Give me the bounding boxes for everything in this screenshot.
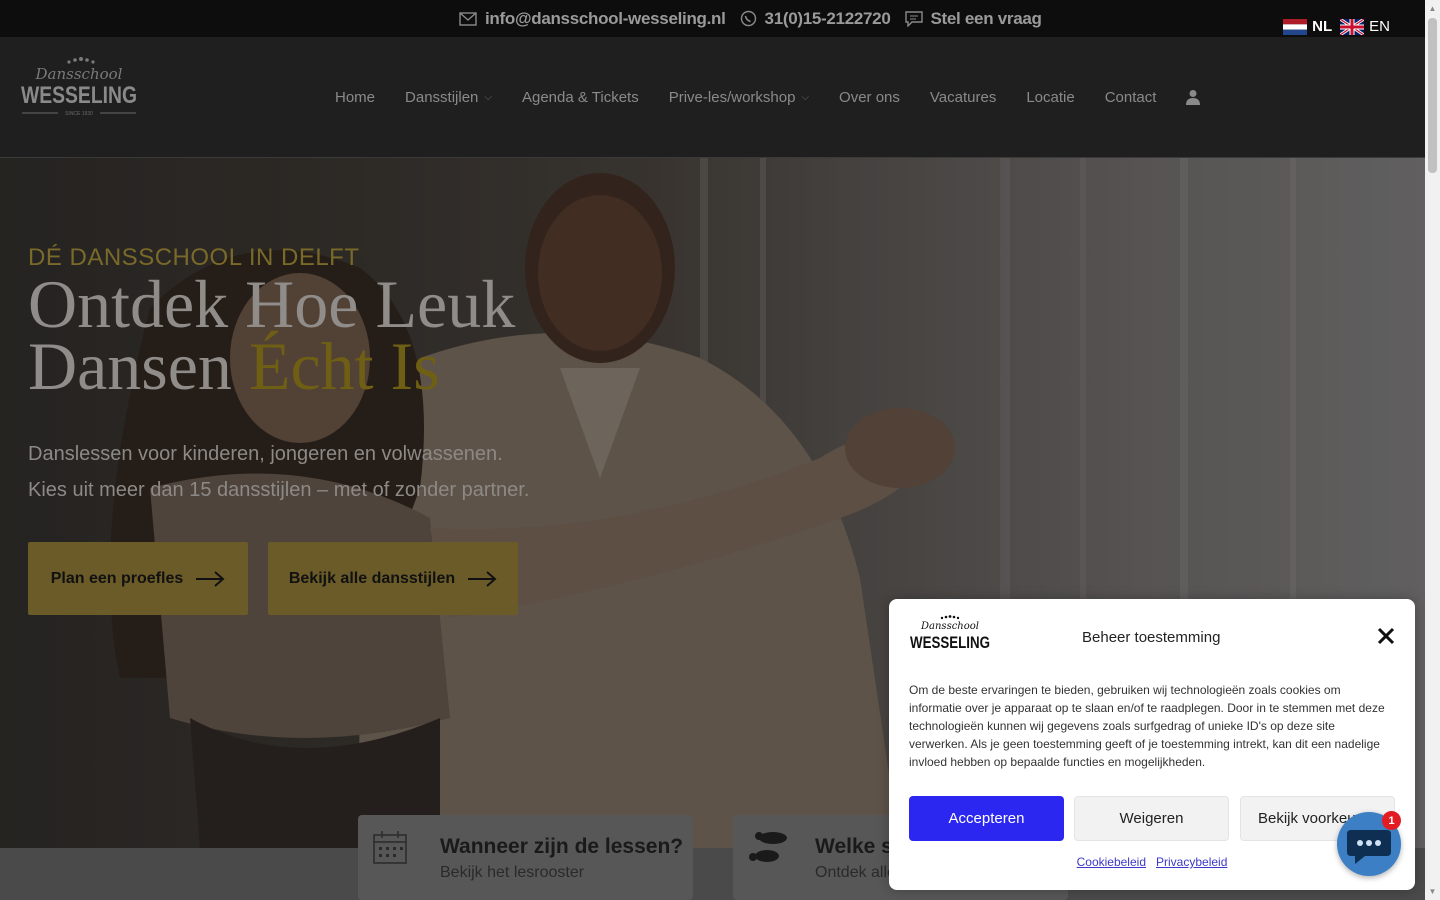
- email-text: info@dansschool-wesseling.nl: [485, 8, 726, 28]
- logo-name: WESSELING: [21, 82, 137, 109]
- schedule-card[interactable]: Wanneer zijn de lessen? Bekijk het lesro…: [358, 815, 693, 900]
- user-icon: [1186, 90, 1201, 105]
- top-bar: info@dansschool-wesseling.nl 31(0)15-212…: [0, 0, 1425, 37]
- main-header: Dansschool WESSELING SINCE 1930 Home Dan…: [0, 37, 1425, 158]
- cookie-logo: Dansschool WESSELING: [910, 615, 990, 652]
- scroll-down-icon[interactable]: ▼: [1428, 887, 1437, 896]
- site-logo[interactable]: Dansschool WESSELING SINCE 1930: [20, 57, 138, 121]
- nav-contact-label: Contact: [1104, 88, 1157, 106]
- nav-vacatures-label: Vacatures: [929, 88, 997, 106]
- plan-trial-button[interactable]: Plan een proefles: [28, 542, 248, 615]
- view-styles-label: Bekijk alle dansstijlen: [288, 569, 456, 587]
- deny-button[interactable]: Weigeren: [1074, 796, 1229, 841]
- mail-icon: [459, 11, 477, 26]
- chevron-down-icon: ⌵: [484, 91, 492, 103]
- question-link[interactable]: Stel een vraag: [904, 8, 1042, 29]
- styles-card-title: Welke st: [815, 835, 900, 858]
- view-styles-button[interactable]: Bekijk alle dansstijlen: [268, 542, 518, 615]
- close-icon[interactable]: [1377, 627, 1395, 645]
- hero-title: Ontdek Hoe Leuk Dansen Écht Is: [28, 266, 516, 400]
- lang-nl[interactable]: NL: [1283, 18, 1332, 35]
- chevron-down-icon: ⌵: [801, 91, 810, 103]
- lang-en[interactable]: EN: [1340, 18, 1390, 35]
- nav-vacatures[interactable]: Vacatures: [915, 89, 1011, 106]
- nav-agenda[interactable]: Agenda & Tickets: [507, 89, 654, 106]
- hero-title-line1: Ontdek Hoe Leuk: [28, 266, 516, 342]
- nav-dansstijlen-label: Dansstijlen: [405, 88, 479, 106]
- hero-subtitle-line2: Kies uit meer dan 15 dansstijlen – met o…: [28, 479, 530, 501]
- styles-card-subtitle: Ontdek alle: [815, 864, 896, 881]
- email-link[interactable]: info@dansschool-wesseling.nl: [459, 9, 726, 29]
- hero-title-line2-start: Dansen: [28, 328, 249, 404]
- nav-locatie[interactable]: Locatie: [1011, 89, 1089, 106]
- dutch-flag-icon: [1283, 18, 1308, 35]
- hero-title-line2: Dansen Écht Is: [28, 332, 515, 400]
- schedule-card-title: Wanneer zijn de lessen?: [440, 835, 684, 858]
- nav-prive-label: Prive-les/workshop: [668, 88, 796, 106]
- schedule-card-subtitle: Bekijk het lesrooster: [440, 864, 585, 881]
- arrow-right-icon: [468, 570, 497, 587]
- phone-text: 31(0)15-2122720: [764, 8, 891, 28]
- hero-subtitle-line1: Danslessen voor kinderen, jongeren en vo…: [28, 443, 503, 465]
- cookie-logo-script: Dansschool: [920, 621, 979, 632]
- uk-flag-icon: [1340, 18, 1365, 35]
- language-switcher: NL EN: [1283, 18, 1390, 35]
- scrollbar-thumb[interactable]: [1428, 18, 1437, 173]
- accept-button[interactable]: Accepteren: [909, 796, 1064, 841]
- logo-since: SINCE 1930: [65, 111, 93, 117]
- nav-agenda-label: Agenda & Tickets: [521, 88, 639, 106]
- hero-subtitle: Danslessen voor kinderen, jongeren en vo…: [28, 436, 529, 508]
- hero-title-highlight: Écht Is: [248, 328, 440, 404]
- nav-over-ons-label: Over ons: [839, 88, 900, 106]
- cookie-policy-link[interactable]: Cookiebeleid: [1077, 855, 1146, 869]
- chat-unread-badge: 1: [1382, 811, 1401, 830]
- calendar-icon: [373, 831, 407, 864]
- scroll-up-icon[interactable]: ▲: [1428, 4, 1437, 13]
- lang-nl-label: NL: [1312, 18, 1333, 35]
- chat-icon: [904, 10, 923, 27]
- nav-contact[interactable]: Contact: [1090, 89, 1172, 106]
- nav-home-label: Home: [335, 88, 376, 106]
- nav-locatie-label: Locatie: [1026, 88, 1075, 106]
- page-scrollbar[interactable]: ▲ ▼: [1425, 0, 1440, 900]
- privacy-policy-link[interactable]: Privacybeleid: [1156, 855, 1227, 869]
- whatsapp-link[interactable]: 31(0)15-2122720: [740, 9, 891, 29]
- cookie-title: Beheer toestemming: [1082, 629, 1221, 646]
- question-text: Stel een vraag: [930, 8, 1042, 28]
- nav-dansstijlen[interactable]: Dansstijlen ⌵: [390, 89, 507, 106]
- nav-home[interactable]: Home: [320, 89, 390, 106]
- plan-trial-label: Plan een proefles: [50, 569, 184, 587]
- whatsapp-icon: [740, 10, 756, 27]
- nav-prive[interactable]: Prive-les/workshop ⌵: [654, 89, 824, 106]
- lang-en-label: EN: [1369, 18, 1390, 35]
- nav-account[interactable]: [1171, 89, 1215, 105]
- nav-over-ons[interactable]: Over ons: [824, 89, 915, 106]
- cookie-logo-name: WESSELING: [910, 633, 990, 652]
- cookie-description: Om de beste ervaringen te bieden, gebrui…: [909, 683, 1385, 769]
- topbar-contacts: info@dansschool-wesseling.nl 31(0)15-212…: [459, 0, 1042, 37]
- main-nav: Home Dansstijlen ⌵ Agenda & Tickets Prive…: [320, 37, 1215, 157]
- arrow-right-icon: [196, 570, 225, 587]
- logo-script: Dansschool: [35, 65, 123, 83]
- footprints-icon: [749, 832, 787, 862]
